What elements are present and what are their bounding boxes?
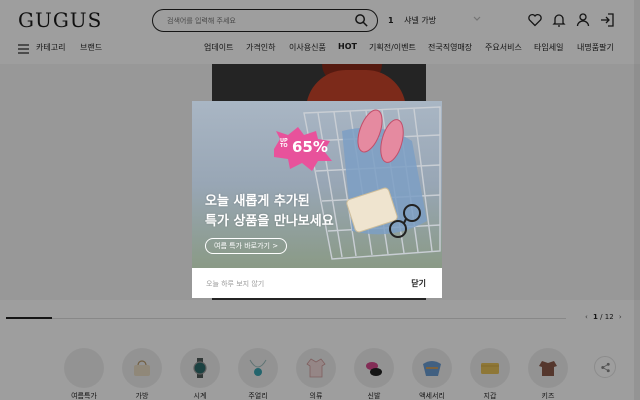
close-button[interactable]: 닫기: [411, 278, 426, 289]
promo-title: 오늘 새롭게 추가된 특가 상품을 만나보세요: [205, 192, 334, 232]
promo-popup: UP TO 65% 오늘 새롭게 추가된 특가 상품을 만나보세요 여름 특가 …: [192, 101, 442, 298]
dont-show-today-button[interactable]: 오늘 하루 보지 않기: [206, 279, 264, 289]
promo-title-line2: 특가 상품을 만나보세요: [205, 214, 334, 229]
promo-title-line1: 오늘 새롭게 추가된: [205, 194, 310, 209]
summer-sale-link-button[interactable]: 여름 특가 바로가기 >: [205, 238, 288, 254]
scrollbar[interactable]: [634, 0, 640, 400]
popup-footer: 오늘 하루 보지 않기 닫기: [192, 268, 442, 298]
promo-banner[interactable]: UP TO 65% 오늘 새롭게 추가된 특가 상품을 만나보세요 여름 특가 …: [192, 101, 442, 268]
badge-up-to: UP TO: [280, 138, 288, 149]
badge-percent: 65%: [292, 138, 328, 156]
